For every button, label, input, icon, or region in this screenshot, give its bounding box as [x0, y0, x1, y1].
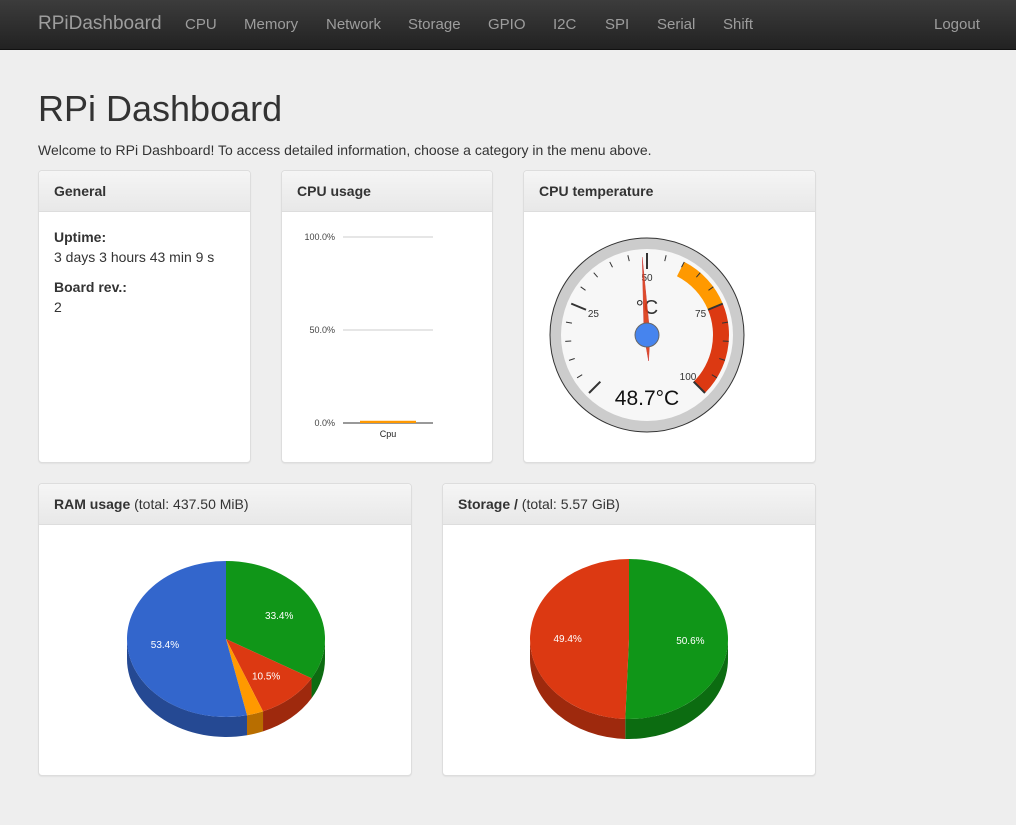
cpu-temp-panel: CPU temperature 255075100°C48.7°C	[523, 170, 816, 463]
storage-heading: Storage / (total: 5.57 GiB)	[443, 484, 815, 525]
page-title: RPi Dashboard	[38, 88, 283, 129]
y-tick-label: 50.0%	[309, 325, 335, 335]
cpu-temp-title: CPU temperature	[539, 183, 654, 199]
ram-pie-slice-label: 33.4%	[265, 611, 293, 622]
gauge-value-label: 48.7°C	[615, 387, 679, 410]
board-rev-label: Board rev.:	[54, 279, 127, 295]
general-title: General	[54, 183, 107, 199]
cpu-bar	[360, 420, 416, 423]
storage-pie: 50.6% 49.4%	[529, 559, 728, 739]
cpu-usage-panel: CPU usage 0.0% 50.0% 100.0% Cpu	[281, 170, 493, 463]
board-rev-value: 2	[54, 299, 62, 315]
general-panel: General Uptime: 3 days 3 hours 43 min 9 …	[38, 170, 251, 463]
nav-serial[interactable]: Serial	[657, 16, 695, 33]
logout-link[interactable]: Logout	[934, 16, 980, 33]
top-navbar: RPiDashboard CPU Memory Network Storage …	[0, 0, 1016, 50]
cpu-temp-gauge: 255075100°C48.7°C	[549, 237, 745, 433]
nav-gpio[interactable]: GPIO	[488, 16, 526, 33]
storage-panel: Storage / (total: 5.57 GiB) 50.6% 49.4%	[442, 483, 816, 776]
storage-title: Storage /	[458, 496, 518, 512]
ram-usage-total: (total: 437.50 MiB)	[134, 496, 249, 512]
nav-network[interactable]: Network	[326, 16, 381, 33]
ram-usage-title: RAM usage	[54, 496, 131, 512]
ram-pie-slice-label: 10.5%	[252, 672, 280, 683]
general-panel-heading: General	[39, 171, 250, 212]
cpu-usage-heading: CPU usage	[282, 171, 492, 212]
ram-usage-heading: RAM usage (total: 437.50 MiB)	[39, 484, 411, 525]
y-tick-label: 0.0%	[314, 418, 335, 428]
nav-storage[interactable]: Storage	[408, 16, 461, 33]
brand-link[interactable]: RPiDashboard	[38, 13, 162, 35]
nav-spi[interactable]: SPI	[605, 16, 629, 33]
ram-pie-slice-side	[246, 711, 264, 736]
gauge-tick-label: 100	[680, 372, 697, 383]
storage-pie-slice-label: 50.6%	[676, 636, 704, 647]
y-tick-label: 100.0%	[304, 232, 335, 242]
nav-memory[interactable]: Memory	[244, 16, 298, 33]
uptime-value: 3 days 3 hours 43 min 9 s	[54, 249, 215, 265]
storage-pie-slice-label: 49.4%	[553, 634, 581, 645]
cpu-temp-heading: CPU temperature	[524, 171, 815, 212]
gauge-needle-hub	[634, 322, 660, 348]
nav-cpu[interactable]: CPU	[185, 16, 217, 33]
nav-shift[interactable]: Shift	[723, 16, 753, 33]
ram-usage-pie: 33.4% 10.5% 53.4%	[126, 561, 325, 737]
gauge-tick-label: 25	[588, 309, 600, 320]
gauge-tick-label: 75	[695, 309, 707, 320]
cpu-usage-title: CPU usage	[297, 183, 371, 199]
nav-i2c[interactable]: I2C	[553, 16, 576, 33]
x-category-label: Cpu	[380, 429, 397, 439]
storage-total: (total: 5.57 GiB)	[521, 496, 620, 512]
cpu-usage-chart: 0.0% 50.0% 100.0% Cpu	[304, 232, 433, 439]
welcome-text: Welcome to RPi Dashboard! To access deta…	[38, 142, 652, 158]
ram-usage-panel: RAM usage (total: 437.50 MiB) 33.4% 10.5%…	[38, 483, 412, 776]
uptime-label: Uptime:	[54, 229, 107, 245]
ram-pie-slice-label: 53.4%	[151, 640, 179, 651]
